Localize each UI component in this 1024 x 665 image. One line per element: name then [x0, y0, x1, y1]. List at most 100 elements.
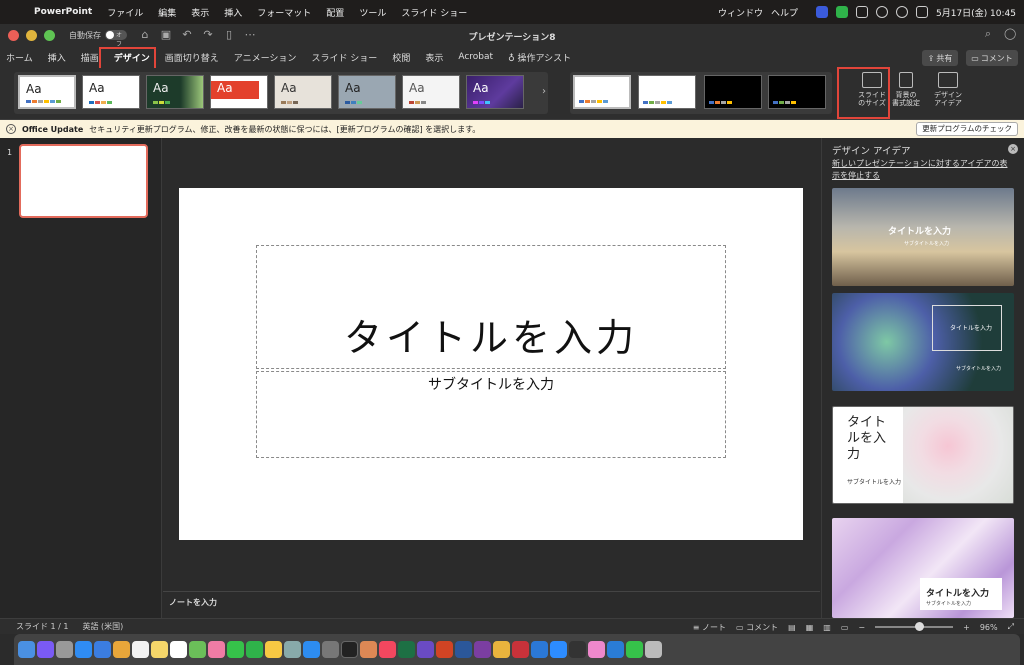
onedrive-icon[interactable] [531, 641, 548, 658]
menu-format[interactable]: フォーマット [257, 6, 311, 19]
menu-app-name[interactable]: PowerPoint [34, 7, 92, 17]
calculator-icon[interactable] [569, 641, 586, 658]
zoom-window-button[interactable] [44, 29, 55, 41]
tab-draw[interactable]: 描画 [81, 49, 99, 66]
tab-slideshow[interactable]: スライド ショー [311, 49, 377, 66]
menu-file[interactable]: ファイル [107, 6, 143, 19]
menu-view[interactable]: 表示 [191, 6, 209, 19]
theme-office[interactable]: Aa [18, 75, 76, 109]
slack-icon[interactable] [588, 641, 605, 658]
theme-6[interactable]: Aa [338, 75, 396, 109]
tab-acrobat[interactable]: Acrobat [458, 50, 493, 64]
normal-view-icon[interactable]: ▤ [788, 623, 796, 632]
stop-ideas-link[interactable]: 新しいプレゼンテーションに対するアイデアの表示を停止する [832, 158, 1012, 182]
vscode-icon[interactable] [607, 641, 624, 658]
menu-tools[interactable]: ツール [359, 6, 386, 19]
chrome-icon[interactable] [493, 641, 510, 658]
menu-help[interactable]: ヘルプ [771, 6, 798, 19]
comment-button[interactable]: ▭ コメント [966, 50, 1018, 66]
safari-icon[interactable] [75, 641, 92, 658]
menu-window[interactable]: ウィンドウ [718, 6, 763, 19]
acrobat-icon[interactable] [512, 641, 529, 658]
comments-toggle[interactable]: ▭ コメント [736, 622, 778, 633]
line-icon[interactable] [626, 641, 643, 658]
calendar-icon[interactable] [132, 641, 149, 658]
menu-insert[interactable]: 挿入 [224, 6, 242, 19]
excel-icon[interactable] [398, 641, 415, 658]
zoom-slider-knob[interactable] [915, 622, 925, 631]
messages-icon[interactable] [227, 641, 244, 658]
variant-2[interactable] [638, 75, 696, 109]
zoom-level[interactable]: 96% [980, 623, 998, 632]
launchpad-icon[interactable] [56, 641, 73, 658]
design-idea-4[interactable]: タイトルを入力 サブタイトルを入力 [832, 518, 1014, 618]
search-spotlight-icon[interactable] [896, 6, 908, 18]
notes-app-icon[interactable] [151, 641, 168, 658]
title-placeholder[interactable]: タイトルを入力 [256, 245, 726, 369]
finder-icon[interactable] [18, 641, 35, 658]
maps-icon[interactable] [189, 641, 206, 658]
fit-slide-icon[interactable]: ⤢ [1008, 622, 1014, 632]
facetime-icon[interactable] [246, 641, 263, 658]
check-updates-button[interactable]: 更新プログラムのチェック [916, 122, 1018, 136]
theme-4[interactable]: Aa [210, 75, 268, 109]
home-icon[interactable]: ⌂ [139, 29, 151, 41]
photos-app-icon[interactable] [208, 641, 225, 658]
music-icon[interactable] [379, 641, 396, 658]
reminders-icon[interactable] [170, 641, 187, 658]
themes-more-chevron-icon[interactable]: › [542, 86, 546, 97]
tab-home[interactable]: ホーム [6, 49, 33, 66]
slideshow-view-icon[interactable]: ▭ [841, 623, 849, 632]
variant-3[interactable] [704, 75, 762, 109]
share-button[interactable]: ⇪ 共有 [922, 50, 958, 66]
zoom-status-icon[interactable] [816, 6, 828, 18]
tab-tell-me[interactable]: ♁ 操作アシスト [508, 49, 571, 66]
slide-thumbnail[interactable] [19, 144, 148, 218]
variant-1[interactable] [573, 75, 631, 109]
system-preferences-icon[interactable] [322, 641, 339, 658]
theme-2[interactable]: Aa [82, 75, 140, 109]
menu-arrange[interactable]: 配置 [326, 6, 344, 19]
trash-icon[interactable] [645, 641, 662, 658]
save-icon[interactable]: ▣ [160, 29, 172, 41]
account-icon[interactable]: ◯ [1004, 28, 1016, 40]
terminal-icon[interactable] [341, 641, 358, 658]
notes-pane[interactable]: ノートを入力 [163, 591, 820, 618]
more-icon[interactable]: ⋯ [244, 29, 256, 41]
preview-icon[interactable] [284, 641, 301, 658]
powerpoint-icon[interactable] [436, 641, 453, 658]
tab-insert[interactable]: 挿入 [48, 49, 66, 66]
control-center-icon[interactable] [916, 6, 928, 18]
mail-icon[interactable] [94, 641, 111, 658]
wifi-icon[interactable] [876, 6, 888, 18]
close-window-button[interactable] [8, 29, 19, 41]
onenote-icon[interactable] [474, 641, 491, 658]
minimize-window-button[interactable] [26, 29, 37, 41]
menu-edit[interactable]: 編集 [158, 6, 176, 19]
menubar-datetime[interactable]: 5月17日(金) 10:45 [936, 6, 1016, 19]
design-idea-1[interactable]: タイトルを入力 サブタイトルを入力 [832, 188, 1014, 286]
subtitle-placeholder[interactable]: サブタイトルを入力 [256, 371, 726, 458]
design-idea-3[interactable]: タイトルを入力 サブタイトルを入力 [832, 406, 1014, 504]
theme-5[interactable]: Aa [274, 75, 332, 109]
menu-slideshow[interactable]: スライド ショー [401, 6, 467, 19]
line-status-icon[interactable] [836, 6, 848, 18]
apple-menu-icon[interactable] [8, 5, 20, 19]
notes-yellow-icon[interactable] [265, 641, 282, 658]
format-background-button[interactable]: 背景の 書式設定 [884, 72, 928, 116]
zoom-out-icon[interactable]: − [858, 623, 865, 632]
theme-7[interactable]: Aa [402, 75, 460, 109]
search-icon[interactable]: ⌕ [982, 28, 994, 40]
reading-view-icon[interactable]: ▥ [823, 623, 831, 632]
imovie-icon[interactable] [417, 641, 434, 658]
zoom-in-icon[interactable]: + [963, 623, 970, 632]
dismiss-update-icon[interactable]: × [6, 124, 16, 134]
design-idea-2[interactable]: タイトルを入力 サブタイトルを入力 [832, 293, 1014, 391]
siri-icon[interactable] [37, 641, 54, 658]
word-icon[interactable] [455, 641, 472, 658]
theme-8[interactable]: Aa [466, 75, 524, 109]
tab-transitions[interactable]: 画面切り替え [165, 49, 219, 66]
new-document-icon[interactable]: ▯ [223, 29, 235, 41]
app-store-icon[interactable] [303, 641, 320, 658]
notes-toggle[interactable]: ≡ ノート [693, 622, 726, 633]
